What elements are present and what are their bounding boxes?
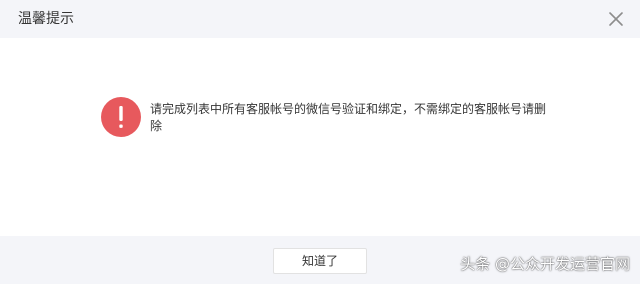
notice-dialog: 温馨提示 请完成列表中所有客服帐号的微信号验证和绑定，不需绑定的客服帐号请删除 … xyxy=(0,0,640,284)
exclamation-circle-icon xyxy=(101,97,141,137)
dialog-title: 温馨提示 xyxy=(18,11,74,27)
confirm-button[interactable]: 知道了 xyxy=(273,248,367,274)
watermark-text: 头条 @公众开发运营官网 xyxy=(460,255,630,273)
close-icon[interactable] xyxy=(606,9,626,29)
dialog-header: 温馨提示 xyxy=(0,0,640,38)
dialog-message: 请完成列表中所有客服帐号的微信号验证和绑定，不需绑定的客服帐号请删除 xyxy=(150,102,547,133)
dialog-body: 请完成列表中所有客服帐号的微信号验证和绑定，不需绑定的客服帐号请删除 xyxy=(0,38,640,236)
